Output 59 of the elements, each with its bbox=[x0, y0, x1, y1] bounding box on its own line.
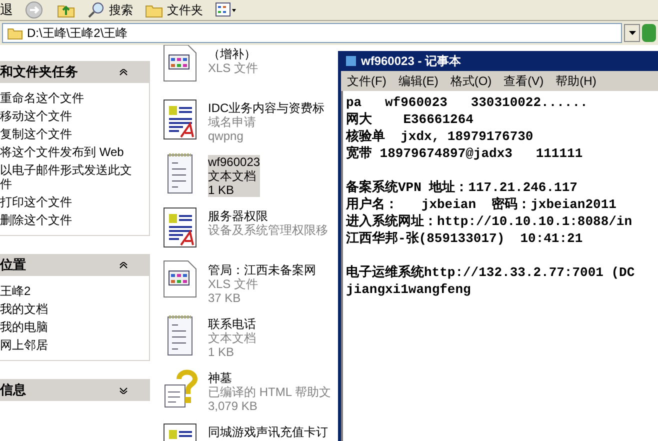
forward-icon[interactable] bbox=[25, 1, 45, 19]
file-label[interactable]: 神墓 已编译的 HTML 帮助文 3,079 KB bbox=[208, 371, 331, 413]
task-link[interactable]: 移动这个文件 bbox=[0, 109, 141, 123]
text-line: 进入系统网址：http://10.10.10.1:8088/in bbox=[346, 213, 634, 230]
collapse-icon[interactable] bbox=[119, 68, 128, 76]
task-link[interactable]: 打印这个文件 bbox=[0, 195, 141, 209]
menu-item[interactable]: 查看(V) bbox=[504, 72, 544, 90]
task-link[interactable]: 重命名这个文件 bbox=[0, 91, 141, 105]
text-line: 备案系统VPN 地址：117.21.246.117 bbox=[346, 179, 578, 196]
task-link[interactable]: 我的文档 bbox=[0, 302, 141, 316]
task-link[interactable]: 我的电脑 bbox=[0, 320, 141, 334]
text-line: 核验单 jxdx, 18979176730 bbox=[346, 128, 534, 145]
folder-icon bbox=[145, 2, 163, 18]
document-icon bbox=[162, 97, 198, 141]
text-line: jiangxi1wangfeng bbox=[346, 281, 472, 298]
task-link[interactable]: 王峰2 bbox=[0, 284, 141, 298]
file-label[interactable]: 联系电话 文本文档 1 KB bbox=[208, 317, 256, 359]
text-line: 江西华邦-张(859133017) 10:41:21 bbox=[346, 230, 584, 247]
notepad-icon bbox=[165, 151, 195, 195]
text-line: 网大 E36661264 bbox=[346, 111, 474, 128]
file-label[interactable]: 管局：江西未备案网 XLS 文件 37 KB bbox=[208, 263, 316, 305]
address-text: D:\王峰\王峰2\王峰 bbox=[27, 25, 128, 42]
text-line: 电子运维系统http://132.33.2.77:7001 (DC bbox=[346, 264, 636, 281]
file-label[interactable]: 同城游戏声讯充值卡订 bbox=[208, 425, 328, 439]
notepad-icon bbox=[165, 313, 195, 357]
text-line: 宽带 18979674897@jadx3 111111 bbox=[346, 145, 584, 162]
document-icon bbox=[162, 205, 198, 249]
file-label[interactable]: （增补） XLS 文件 bbox=[208, 47, 258, 75]
menu-item[interactable]: 格式(O) bbox=[450, 72, 492, 90]
task-link[interactable]: 将这个文件发布到 Web bbox=[0, 145, 141, 159]
collapse-icon[interactable] bbox=[119, 262, 128, 268]
menu-item[interactable]: 帮助(H) bbox=[556, 72, 596, 90]
task-link[interactable]: 复制这个文件 bbox=[0, 127, 141, 141]
text-line: pa wf960023 330310022...... bbox=[346, 94, 589, 111]
panel-header[interactable]: 和文件夹任务 bbox=[0, 61, 150, 83]
menu-item[interactable]: 文件(F) bbox=[347, 72, 386, 90]
task-link[interactable]: 以电子邮件形式发送此文件 bbox=[0, 163, 141, 191]
file-label[interactable]: wf960023 文本文档 1 KB bbox=[208, 155, 260, 197]
views-icon[interactable] bbox=[215, 2, 237, 18]
window-title: wf960023 - 记事本 bbox=[361, 53, 462, 70]
task-link[interactable]: 删除这个文件 bbox=[0, 213, 141, 227]
caret-icon bbox=[628, 31, 636, 35]
notepad-icon bbox=[345, 55, 357, 67]
search-icon bbox=[87, 1, 105, 19]
expand-icon[interactable] bbox=[119, 386, 128, 394]
file-label[interactable]: 服务器权限 设备及系统管理权限移 bbox=[208, 209, 328, 237]
search-button[interactable]: 搜索 bbox=[87, 1, 133, 19]
dropdown-button[interactable] bbox=[624, 24, 640, 42]
spreadsheet-icon bbox=[162, 45, 198, 83]
back-button[interactable]: 退 bbox=[0, 0, 13, 20]
task-link[interactable]: 网上邻居 bbox=[0, 338, 141, 352]
panel-header[interactable]: 位置 bbox=[0, 254, 150, 276]
spreadsheet-icon bbox=[162, 259, 198, 299]
folder-icon bbox=[7, 26, 23, 40]
menu-item[interactable]: 编辑(E) bbox=[398, 72, 438, 90]
file-label[interactable]: IDC业务内容与资费标 域名申请 qwpng bbox=[208, 101, 325, 143]
text-line: 用户名： jxbeian 密码：jxbeian2011 bbox=[346, 196, 618, 213]
folders-button[interactable]: 文件夹 bbox=[145, 1, 203, 19]
address-field[interactable]: D:\王峰\王峰2\王峰 bbox=[2, 23, 622, 43]
